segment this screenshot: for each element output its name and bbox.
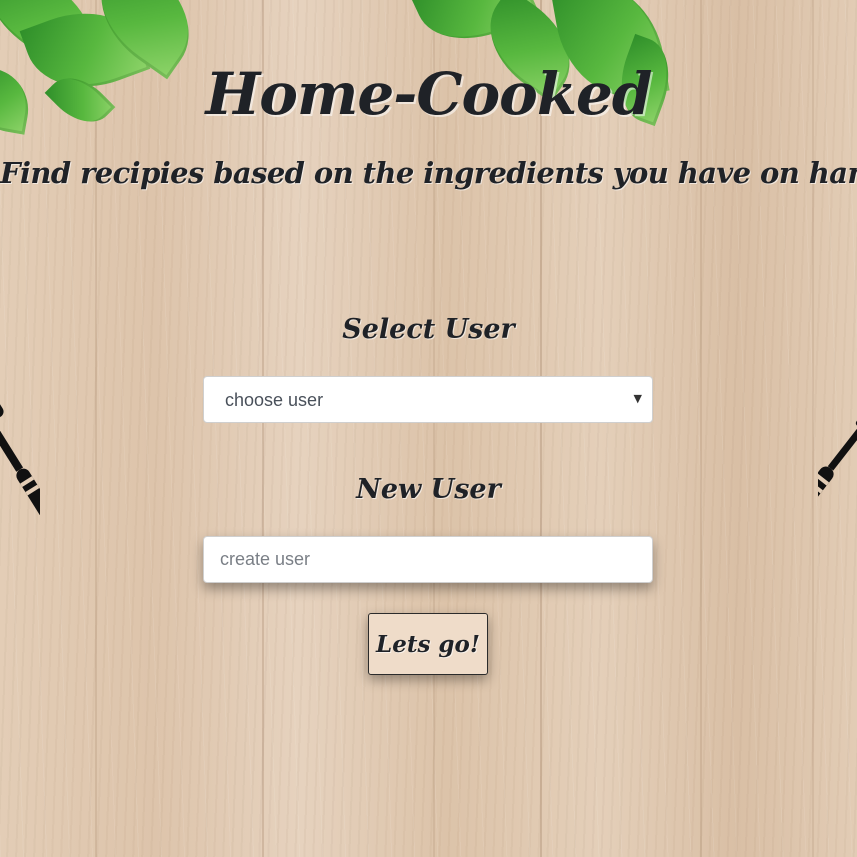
user-select-value: choose user: [225, 390, 324, 410]
page-subtitle: Find recipies based on the ingredients y…: [0, 156, 857, 190]
select-user-label: Select User: [342, 314, 515, 345]
chevron-down-icon: ▼: [633, 392, 642, 405]
lets-go-button[interactable]: Lets go!: [368, 613, 488, 675]
user-select[interactable]: choose user ▼: [203, 376, 653, 423]
new-user-label: New User: [356, 474, 501, 505]
create-user-input[interactable]: [203, 536, 653, 583]
page-title: Home-Cooked: [205, 60, 652, 128]
